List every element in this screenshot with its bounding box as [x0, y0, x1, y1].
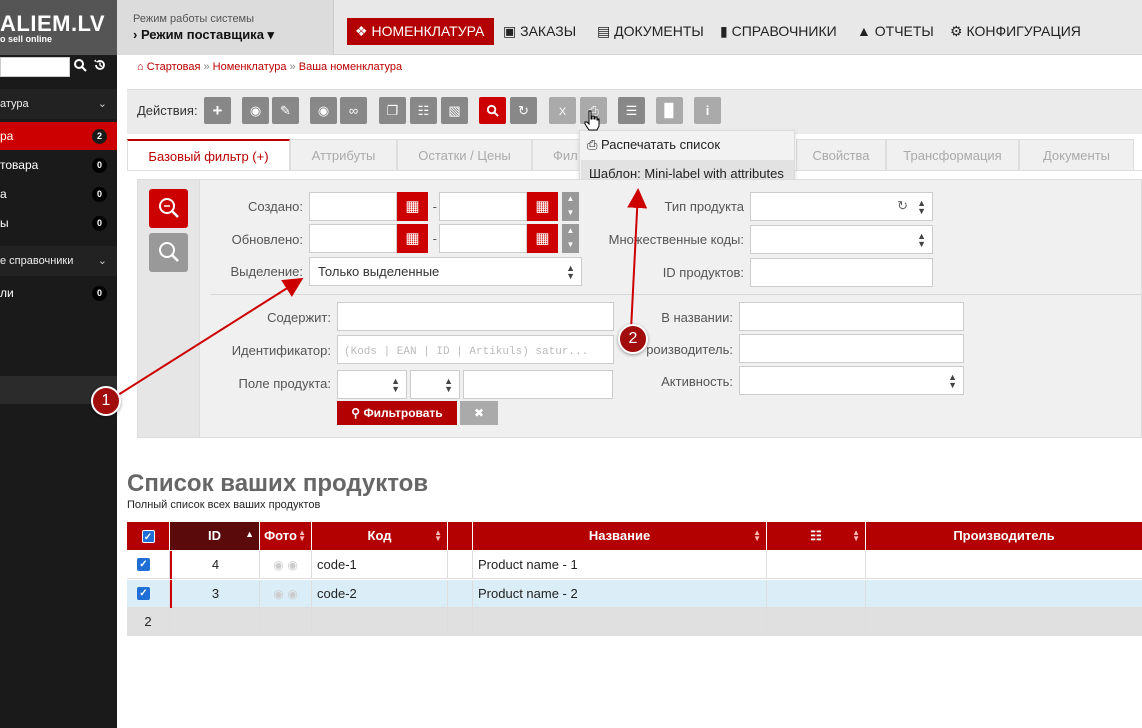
annotation-arrows — [117, 188, 648, 396]
annotation-marker-2: 2 — [618, 324, 648, 354]
annotation-marker-1: 1 — [91, 386, 121, 416]
annotation-arrow-2 — [627, 188, 648, 331]
annotation-arrow-1 — [117, 277, 304, 396]
